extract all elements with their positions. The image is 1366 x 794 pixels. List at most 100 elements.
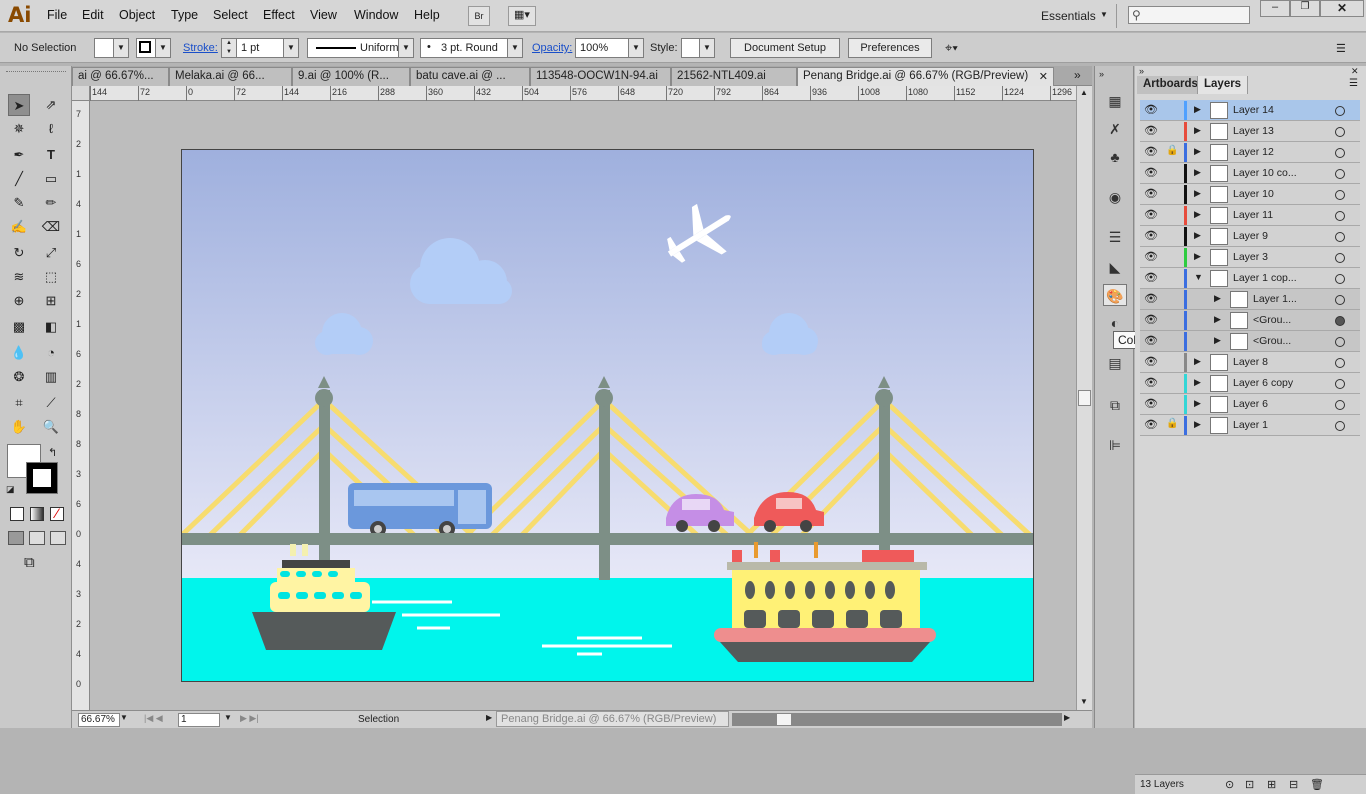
artboard-tool-icon[interactable]: ⌗ xyxy=(8,392,30,414)
menu-view[interactable]: View xyxy=(310,8,337,22)
swatches-panel-icon[interactable]: ▦ xyxy=(1103,90,1127,112)
menu-type[interactable]: Type xyxy=(171,8,198,22)
restore-button[interactable]: ❐ xyxy=(1290,0,1320,17)
stroke-panel-icon[interactable]: ☰ xyxy=(1103,226,1127,248)
paintbrush-tool-icon[interactable]: ✎ xyxy=(8,192,30,214)
pen-tool-icon[interactable]: ✒ xyxy=(8,144,30,166)
artboard-number-field[interactable]: 1 xyxy=(178,713,220,727)
align-panel-icon[interactable]: ⊫ xyxy=(1103,434,1127,456)
zoom-tool-icon[interactable]: 🔍 xyxy=(40,416,62,438)
scroll-thumb[interactable] xyxy=(1078,390,1091,406)
collapsed-arrow-icon[interactable]: ▶ xyxy=(1194,377,1201,388)
menu-file[interactable]: File xyxy=(47,8,67,22)
layer-row[interactable]: 👁 ▶ Layer 6 xyxy=(1140,394,1360,415)
target-circle-icon[interactable] xyxy=(1335,106,1345,116)
collapsed-arrow-icon[interactable]: ▶ xyxy=(1194,419,1201,430)
stroke-swatch[interactable] xyxy=(136,38,156,58)
default-colors-icon[interactable]: ◪ xyxy=(6,484,15,495)
preferences-button[interactable]: Preferences xyxy=(848,38,932,58)
tab-artboards[interactable]: Artboards xyxy=(1137,76,1204,94)
none-mode-icon[interactable]: ⁄ xyxy=(50,506,64,521)
brushes-panel-icon[interactable]: ✗ xyxy=(1103,118,1127,140)
visibility-eye-icon[interactable]: 👁 xyxy=(1144,166,1158,179)
draw-behind-icon[interactable] xyxy=(29,531,45,545)
fill-swatch[interactable] xyxy=(94,38,114,58)
scroll-right-icon[interactable]: ▶ xyxy=(1064,713,1070,722)
layer-row[interactable]: 👁 ▶ Layer 6 copy xyxy=(1140,373,1360,394)
column-graph-tool-icon[interactable]: ▥ xyxy=(40,366,62,388)
tab-document-3[interactable]: 9.ai @ 100% (R... xyxy=(292,67,410,86)
target-circle-icon[interactable] xyxy=(1335,253,1345,263)
rectangle-tool-icon[interactable]: ▭ xyxy=(40,168,62,190)
status-menu-icon[interactable]: ▶ xyxy=(486,713,492,722)
layer-row[interactable]: 👁 ▶ Layer 10 xyxy=(1140,184,1360,205)
visibility-eye-icon[interactable]: 👁 xyxy=(1144,397,1158,410)
arrange-documents-icon[interactable]: ▦▾ xyxy=(508,6,536,26)
graphic-style-swatch[interactable] xyxy=(681,38,701,58)
expanded-arrow-icon[interactable]: ▼ xyxy=(1194,272,1203,282)
target-circle-icon[interactable] xyxy=(1335,127,1345,137)
opacity-dropdown[interactable]: ▼ xyxy=(628,38,644,58)
target-circle-icon[interactable] xyxy=(1335,274,1345,284)
stroke-stepper[interactable]: ▲ ▼ xyxy=(221,38,237,58)
layer-row[interactable]: 👁 ▶ Layer 3 xyxy=(1140,247,1360,268)
magic-wand-tool-icon[interactable]: ✵ xyxy=(8,118,30,140)
make-clipping-mask-icon[interactable]: ⊡ xyxy=(1245,778,1254,791)
eyedropper-tool-icon[interactable]: 💧 xyxy=(8,342,30,364)
create-sublayer-icon[interactable]: ⊞ xyxy=(1267,778,1276,791)
mesh-tool-icon[interactable]: ▩ xyxy=(8,316,30,338)
visibility-eye-icon[interactable]: 👁 xyxy=(1144,250,1158,263)
search-input[interactable]: ⚲ xyxy=(1128,6,1250,24)
visibility-eye-icon[interactable]: 👁 xyxy=(1144,145,1158,158)
lock-icon[interactable]: 🔒 xyxy=(1166,145,1178,156)
vertical-scrollbar[interactable]: ▲ ▼ xyxy=(1076,86,1092,710)
collapsed-arrow-icon[interactable]: ▶ xyxy=(1194,230,1201,241)
draw-inside-icon[interactable] xyxy=(50,531,66,545)
visibility-eye-icon[interactable]: 👁 xyxy=(1144,229,1158,242)
type-tool-icon[interactable]: T xyxy=(40,144,62,166)
selection-tool-icon[interactable]: ➤ xyxy=(8,94,30,116)
locate-object-icon[interactable]: ⊙ xyxy=(1225,778,1234,791)
workspace-switcher[interactable]: Essentials xyxy=(1041,9,1096,23)
visibility-eye-icon[interactable]: 👁 xyxy=(1144,208,1158,221)
gradient-mode-icon[interactable] xyxy=(30,507,44,521)
next-artboard-icon[interactable]: ▶ ▶| xyxy=(240,713,259,724)
close-panel-icon[interactable]: ✕ xyxy=(1351,66,1359,77)
direct-selection-tool-icon[interactable]: ⇗ xyxy=(40,94,62,116)
visibility-eye-icon[interactable]: 👁 xyxy=(1144,187,1158,200)
shape-builder-tool-icon[interactable]: ⊕ xyxy=(8,290,30,312)
visibility-eye-icon[interactable]: 👁 xyxy=(1144,355,1158,368)
zoom-level-field[interactable]: 66.67% xyxy=(78,713,120,727)
line-tool-icon[interactable]: ╱ xyxy=(8,168,30,190)
slice-tool-icon[interactable]: ⟋ xyxy=(40,392,62,414)
visibility-eye-icon[interactable]: 👁 xyxy=(1144,376,1158,389)
layer-row[interactable]: 👁 ▼ Layer 1 cop... xyxy=(1140,268,1360,289)
eraser-tool-icon[interactable]: ⌫ xyxy=(40,216,62,238)
swap-colors-icon[interactable]: ↰ xyxy=(48,446,57,459)
delete-layer-icon[interactable]: 🗑 xyxy=(1310,778,1324,791)
draw-normal-icon[interactable] xyxy=(8,531,24,545)
collapsed-arrow-icon[interactable]: ▶ xyxy=(1214,293,1221,304)
stroke-label[interactable]: Stroke: xyxy=(183,42,218,54)
close-tab-icon[interactable]: ✕ xyxy=(1039,70,1048,83)
menu-select[interactable]: Select xyxy=(213,8,248,22)
visibility-eye-icon[interactable]: 👁 xyxy=(1144,418,1158,431)
target-circle-icon[interactable] xyxy=(1335,421,1345,431)
target-circle-icon[interactable] xyxy=(1335,379,1345,389)
collapsed-arrow-icon[interactable]: ▶ xyxy=(1194,209,1201,220)
layer-row[interactable]: 👁 ▶ Layer 14 xyxy=(1140,100,1360,121)
horizontal-scrollbar-track[interactable] xyxy=(732,713,776,726)
perspective-grid-tool-icon[interactable]: ⊞ xyxy=(40,290,62,312)
target-circle-icon[interactable] xyxy=(1335,316,1345,326)
zoom-dropdown-icon[interactable]: ▼ xyxy=(120,713,128,722)
layer-row[interactable]: 👁 ▶ Layer 9 xyxy=(1140,226,1360,247)
scroll-down-icon[interactable]: ▼ xyxy=(1080,697,1088,706)
color-mode-icon[interactable] xyxy=(10,507,24,521)
target-circle-icon[interactable] xyxy=(1335,295,1345,305)
artboard-dropdown-icon[interactable]: ▼ xyxy=(224,713,232,722)
visibility-eye-icon[interactable]: 👁 xyxy=(1144,313,1158,326)
collapsed-arrow-icon[interactable]: ▶ xyxy=(1194,251,1201,262)
target-circle-icon[interactable] xyxy=(1335,190,1345,200)
menu-effect[interactable]: Effect xyxy=(263,8,295,22)
tab-document-1[interactable]: ai @ 66.67%... xyxy=(72,67,169,86)
